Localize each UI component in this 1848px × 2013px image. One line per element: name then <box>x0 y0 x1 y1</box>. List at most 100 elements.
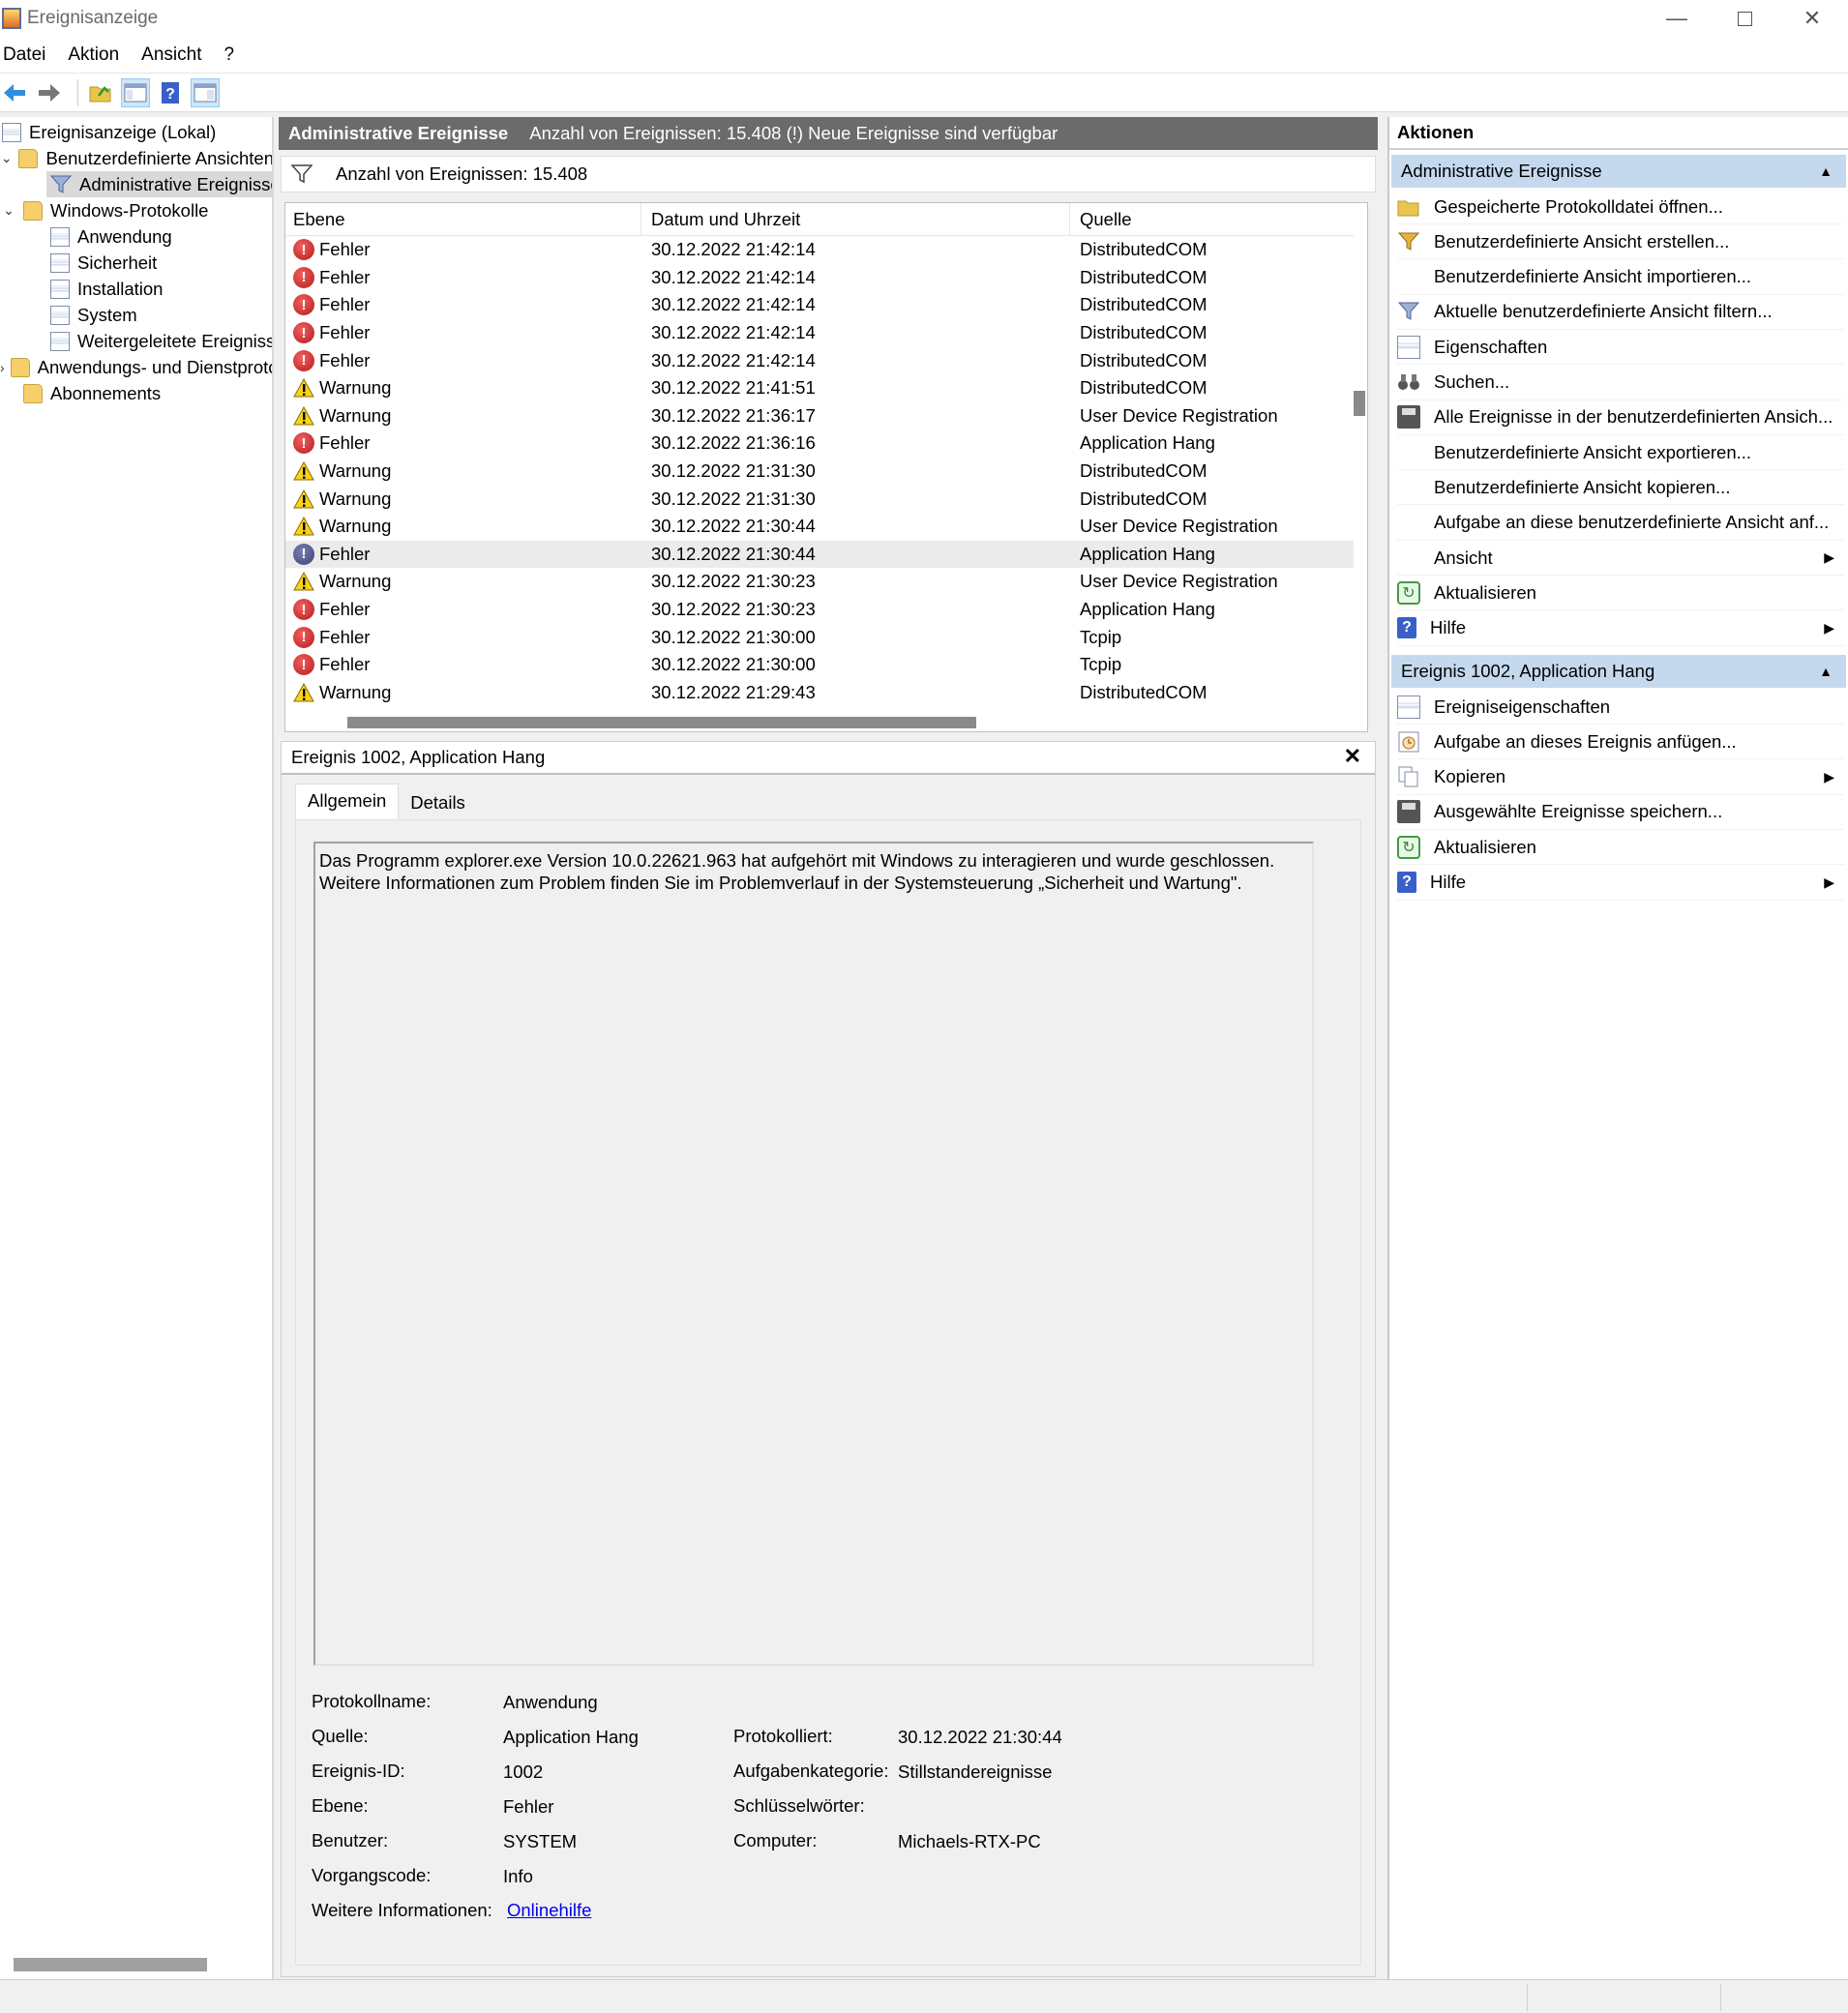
action-ansicht[interactable]: Ansicht ▶ <box>1397 541 1844 576</box>
action-label: Benutzerdefinierte Ansicht erstellen... <box>1434 230 1730 252</box>
show-action-pane-button[interactable] <box>191 77 220 107</box>
action-kopieren[interactable]: Kopieren ▶ <box>1397 760 1844 795</box>
cell-level: Warnung <box>285 460 641 482</box>
action-pane-icon <box>194 83 217 102</box>
table-row[interactable]: Warnung 30.12.2022 21:31:30 DistributedCOM <box>285 485 1354 513</box>
back-button[interactable] <box>0 78 29 107</box>
table-row[interactable]: Warnung 30.12.2022 21:36:17 User Device Re… <box>285 402 1354 430</box>
table-row[interactable]: ! Fehler 30.12.2022 21:30:23 Application Ha… <box>285 596 1354 624</box>
show-console-tree-button[interactable] <box>121 77 150 107</box>
table-row[interactable]: Warnung 30.12.2022 21:30:23 User Device Re… <box>285 568 1354 596</box>
chevron-right-icon[interactable]: › <box>0 360 5 375</box>
table-row[interactable]: Warnung 30.12.2022 21:29:43 DistributedCOM <box>285 679 1354 707</box>
action-aufgabe-an-dieses-ereignis-anfügen[interactable]: Aufgabe an dieses Ereignis anfügen... <box>1397 725 1844 760</box>
action-aufgabe-an-diese-benutzerdefinierte-ansicht-anf[interactable]: Aufgabe an diese benutzerdefinierte Ansi… <box>1397 506 1844 541</box>
action-ereigniseigenschaften[interactable]: Ereigniseigenschaften <box>1397 690 1844 725</box>
tree-log-installation[interactable]: Installation <box>50 276 272 302</box>
table-row[interactable]: ! Fehler 30.12.2022 21:42:14 DistributedCOM <box>285 346 1354 374</box>
tree-admin-events[interactable]: Administrative Ereignisse <box>46 171 272 197</box>
event-description[interactable]: Das Programm explorer.exe Version 10.0.2… <box>313 842 1314 1666</box>
help-button[interactable]: ? <box>156 78 185 107</box>
scroll-thumb[interactable] <box>1354 391 1365 416</box>
tree-horizontal-scrollbar[interactable] <box>14 1958 207 1971</box>
collapse-caret-icon[interactable]: ▲ <box>1819 163 1833 179</box>
action-aktuelle-benutzerdefinierte-ansicht-filtern[interactable]: Aktuelle benutzerdefinierte Ansicht filt… <box>1397 295 1844 330</box>
actions-section-event[interactable]: Ereignis 1002, Application Hang ▲ <box>1391 655 1846 688</box>
label-computer: Computer: <box>733 1830 818 1850</box>
column-header-source[interactable]: Quelle <box>1070 203 1354 236</box>
tree-app-service-logs[interactable]: › Anwendungs- und Dienstprotokolle <box>0 354 272 380</box>
tree-custom-views[interactable]: ⌄ Benutzerdefinierte Ansichten <box>0 145 272 171</box>
menu-help[interactable]: ? <box>221 44 246 66</box>
column-header-datetime[interactable]: Datum und Uhrzeit <box>641 203 1070 236</box>
action-ausgewählte-ereignisse-speichern[interactable]: Ausgewählte Ereignisse speichern... <box>1397 795 1844 830</box>
cell-source: DistributedCOM <box>1080 488 1207 509</box>
tree-root[interactable]: Ereignisanzeige (Lokal) <box>0 119 272 145</box>
open-button[interactable] <box>86 78 115 107</box>
table-row[interactable]: Warnung 30.12.2022 21:30:44 User Device Re… <box>285 513 1354 541</box>
table-row[interactable]: ! Fehler 30.12.2022 21:42:14 DistributedCOM <box>285 291 1354 319</box>
action-alle-ereignisse-in-der-benutzerdefinierten-ansich[interactable]: Alle Ereignisse in der benutzerdefiniert… <box>1397 400 1844 435</box>
action-eigenschaften[interactable]: Eigenschaften <box>1397 330 1844 366</box>
cell-datetime: 30.12.2022 21:42:14 <box>651 322 816 343</box>
table-row[interactable]: ! Fehler 30.12.2022 21:42:14 DistributedCOM <box>285 264 1354 292</box>
row-level-text: Warnung <box>319 681 392 702</box>
grid-vertical-scrollbar[interactable] <box>1352 236 1365 727</box>
maximize-button[interactable] <box>1711 0 1778 37</box>
row-level-text: Fehler <box>319 266 371 287</box>
action-hilfe[interactable]: ? Hilfe ▶ <box>1397 611 1844 646</box>
table-row[interactable]: ! Fehler 30.12.2022 21:30:00 Tcpip <box>285 623 1354 651</box>
table-row[interactable]: ! Fehler 30.12.2022 21:36:16 Application Ha… <box>285 429 1354 458</box>
action-aktualisieren[interactable]: ↻ Aktualisieren <box>1397 830 1844 866</box>
cell-source: DistributedCOM <box>1080 322 1207 343</box>
minimize-button[interactable]: — <box>1643 0 1711 37</box>
collapse-caret-icon[interactable]: ▲ <box>1819 664 1833 679</box>
action-label: Gespeicherte Protokolldatei öffnen... <box>1434 195 1723 217</box>
cell-level: Warnung <box>285 488 641 510</box>
tab-allgemein[interactable]: Allgemein <box>295 784 400 819</box>
action-aktualisieren[interactable]: ↻ Aktualisieren <box>1397 576 1844 611</box>
actions-section-admin-events[interactable]: Administrative Ereignisse ▲ <box>1391 155 1846 188</box>
tree-root-label: Ereignisanzeige (Lokal) <box>29 121 217 142</box>
tree-log-forwarded[interactable]: Weitergeleitete Ereignisse <box>50 328 272 354</box>
online-help-link[interactable]: Onlinehilfe <box>507 1900 591 1921</box>
chevron-down-icon[interactable]: ⌄ <box>0 202 17 219</box>
warning-icon <box>293 405 314 427</box>
help-icon: ? <box>162 81 179 104</box>
tree-subscriptions[interactable]: Abonnements <box>23 380 272 406</box>
table-row[interactable]: ! Fehler 30.12.2022 21:30:00 Tcpip <box>285 651 1354 679</box>
menu-ansicht[interactable]: Ansicht <box>138 44 213 66</box>
close-window-button[interactable]: ✕ <box>1778 0 1846 37</box>
action-label: Alle Ereignisse in der benutzerdefiniert… <box>1434 406 1833 428</box>
grid-horizontal-scrollbar[interactable] <box>347 717 976 728</box>
table-row[interactable]: Warnung 30.12.2022 21:41:51 DistributedCOM <box>285 374 1354 402</box>
chevron-down-icon[interactable]: ⌄ <box>0 150 13 166</box>
tree-log-sicherheit[interactable]: Sicherheit <box>50 250 272 276</box>
action-benutzerdefinierte-ansicht-importieren[interactable]: Benutzerdefinierte Ansicht importieren..… <box>1397 260 1844 295</box>
row-level-text: Fehler <box>319 239 371 260</box>
action-benutzerdefinierte-ansicht-exportieren[interactable]: Benutzerdefinierte Ansicht exportieren..… <box>1397 435 1844 471</box>
action-gespeicherte-protokolldatei-öffnen[interactable]: Gespeicherte Protokolldatei öffnen... <box>1397 190 1844 224</box>
help-icon: ? <box>1397 617 1416 639</box>
tree-windows-logs[interactable]: ⌄ Windows-Protokolle <box>0 197 272 223</box>
table-row[interactable]: Warnung 30.12.2022 21:31:30 DistributedCOM <box>285 458 1354 486</box>
menu-aktion[interactable]: Aktion <box>65 44 131 66</box>
action-benutzerdefinierte-ansicht-erstellen[interactable]: Benutzerdefinierte Ansicht erstellen... <box>1397 224 1844 260</box>
label-logname: Protokollname: <box>312 1691 432 1711</box>
menu-datei[interactable]: Datei <box>0 44 57 66</box>
action-hilfe[interactable]: ? Hilfe ▶ <box>1397 866 1844 901</box>
action-benutzerdefinierte-ansicht-kopieren[interactable]: Benutzerdefinierte Ansicht kopieren... <box>1397 470 1844 506</box>
table-row[interactable]: ! Fehler 30.12.2022 21:42:14 DistributedCOM <box>285 319 1354 347</box>
svg-text:?: ? <box>165 86 175 103</box>
cell-datetime: 30.12.2022 21:31:30 <box>651 488 816 509</box>
table-row[interactable]: ! Fehler 30.12.2022 21:42:14 DistributedCOM <box>285 236 1354 264</box>
table-row[interactable]: ! Fehler 30.12.2022 21:30:44 Application Ha… <box>285 540 1354 569</box>
tab-details[interactable]: Details <box>399 786 477 819</box>
refresh-icon: ↻ <box>1397 580 1420 605</box>
tree-log-system[interactable]: System <box>50 302 272 328</box>
close-icon[interactable]: ✕ <box>1344 744 1361 769</box>
action-suchen[interactable]: Suchen... <box>1397 366 1844 400</box>
forward-button[interactable] <box>35 78 64 107</box>
tree-log-anwendung[interactable]: Anwendung <box>50 223 272 250</box>
column-header-level[interactable]: Ebene <box>285 203 641 236</box>
